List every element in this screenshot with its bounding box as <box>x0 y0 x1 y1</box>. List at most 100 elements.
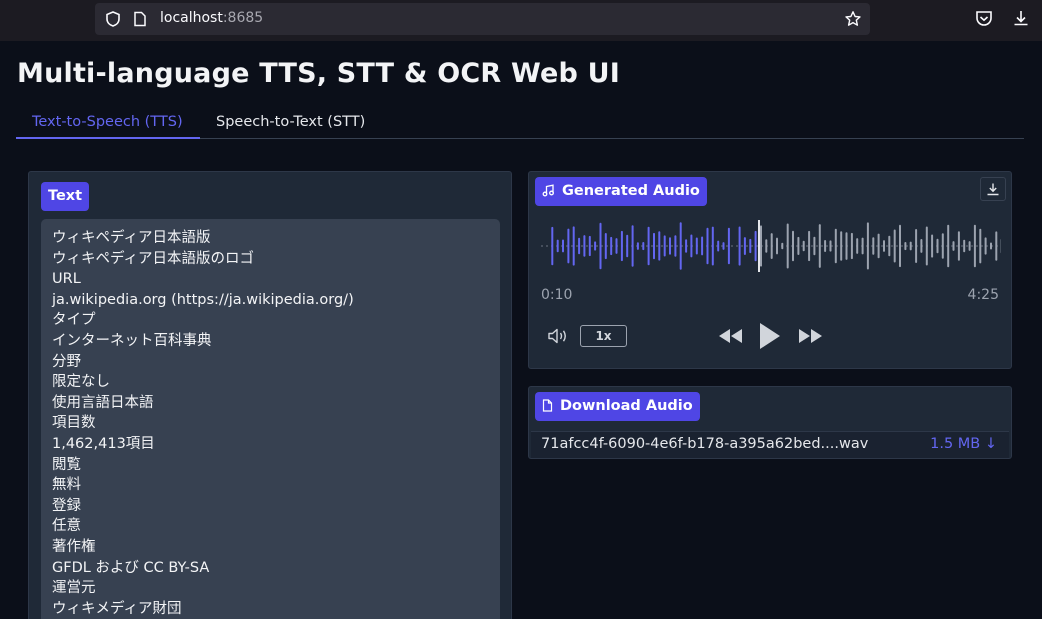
waveform-bar <box>866 222 869 270</box>
waveform-bar <box>824 240 827 252</box>
waveform-bar <box>856 238 859 254</box>
waveform-bar <box>685 239 688 253</box>
waveform-bar <box>760 225 762 267</box>
waveform-bar <box>861 237 864 255</box>
generated-audio-label: Generated Audio <box>535 177 707 206</box>
waveform-bar <box>952 241 955 251</box>
download-icon <box>987 183 999 196</box>
download-audio-button[interactable] <box>980 177 1006 201</box>
rewind-icon[interactable] <box>718 328 744 344</box>
pocket-icon[interactable] <box>975 10 993 27</box>
waveform-bar <box>979 228 982 264</box>
tab-speech-to-text[interactable]: Speech-to-Text (STT) <box>200 106 381 139</box>
waveform-bar <box>626 234 629 258</box>
volume-icon[interactable] <box>547 327 569 345</box>
waveform-bar <box>968 241 971 251</box>
waveform-bar <box>647 226 650 266</box>
text-panel: Text ウィキペディア日本語版 ウィキペディア日本語版のロゴ URL ja.w… <box>28 171 512 619</box>
waveform-bar <box>556 239 559 253</box>
duration: 4:25 <box>967 287 999 303</box>
waveform-bar <box>717 240 720 252</box>
waveform[interactable] <box>541 218 1001 274</box>
shield-icon[interactable] <box>104 10 122 28</box>
waveform-bar <box>995 231 998 261</box>
file-row[interactable]: 71afcc4f-6090-4e6f-b178-a395a62bed....wa… <box>531 431 1009 458</box>
page-icon <box>134 11 146 27</box>
waveform-bar <box>727 227 730 265</box>
waveform-bar <box>738 226 741 266</box>
fast-forward-icon[interactable] <box>797 328 823 344</box>
waveform-bar <box>936 238 939 254</box>
file-name[interactable]: 71afcc4f-6090-4e6f-b178-a395a62bed....wa… <box>541 436 868 452</box>
music-note-icon <box>542 184 554 197</box>
waveform-bar <box>620 230 623 262</box>
waveform-bar <box>984 237 987 255</box>
file-size[interactable]: 1.5 MB ↓ <box>930 436 997 452</box>
waveform-bar <box>813 236 816 256</box>
address-bar[interactable]: localhost:8685 <box>95 3 870 35</box>
waveform-bar <box>711 226 714 266</box>
downloads-icon[interactable] <box>1012 9 1030 27</box>
browser-toolbar: localhost:8685 <box>0 0 1042 41</box>
text-label: Text <box>41 182 90 211</box>
waveform-bar <box>578 237 581 255</box>
waveform-bar <box>604 233 607 260</box>
waveform-bar <box>562 239 564 253</box>
tab-text-to-speech[interactable]: Text-to-Speech (TTS) <box>16 106 200 139</box>
waveform-bar <box>781 242 784 250</box>
waveform-bar <box>663 235 666 257</box>
waveform-bar <box>941 233 944 259</box>
waveform-bar <box>904 242 907 251</box>
waveform-bar <box>749 238 752 254</box>
playhead[interactable] <box>758 220 760 272</box>
waveform-bar <box>722 242 725 250</box>
waveform-bar <box>551 226 554 266</box>
waveform-bar <box>674 235 677 257</box>
waveform-bar <box>963 239 966 253</box>
waveform-bar <box>743 237 746 255</box>
url-text[interactable]: localhost:8685 <box>160 10 263 26</box>
waveform-bar <box>636 242 639 250</box>
file-icon <box>542 399 553 412</box>
waveform-bar <box>615 238 618 254</box>
waveform-bar <box>888 235 891 257</box>
waveform-bar <box>792 230 794 262</box>
text-input[interactable]: ウィキペディア日本語版 ウィキペディア日本語版のロゴ URL ja.wikipe… <box>41 219 500 619</box>
page-title: Multi-language TTS, STT & OCR Web UI <box>17 58 621 89</box>
waveform-bar <box>802 240 805 252</box>
waveform-bar <box>610 236 613 256</box>
waveform-bar <box>915 229 918 263</box>
waveform-bar <box>834 228 837 264</box>
waveform-bar <box>599 222 602 270</box>
waveform-bar <box>883 240 885 252</box>
waveform-bar <box>808 230 811 262</box>
current-time: 0:10 <box>541 287 573 303</box>
waveform-bar <box>695 237 698 255</box>
waveform-bar <box>642 242 645 251</box>
waveform-bar <box>669 237 671 255</box>
play-icon[interactable] <box>758 321 782 351</box>
waveform-bar <box>594 241 597 251</box>
waveform-bar <box>786 223 789 269</box>
waveform-bar <box>653 232 655 260</box>
waveform-bar <box>850 232 853 260</box>
waveform-bar <box>925 226 928 266</box>
waveform-bar <box>701 236 704 256</box>
waveform-bar <box>706 227 709 265</box>
playback-rate-button[interactable]: 1x <box>580 325 627 347</box>
waveform-bar <box>797 236 800 255</box>
bookmark-star-icon[interactable] <box>844 10 862 28</box>
download-panel: Download Audio 71afcc4f-6090-4e6f-b178-a… <box>528 386 1012 459</box>
waveform-bar <box>770 233 773 259</box>
waveform-bar <box>690 234 693 258</box>
waveform-bar <box>679 222 682 270</box>
waveform-bar <box>765 239 768 253</box>
waveform-bar <box>877 233 880 259</box>
waveform-bar <box>845 232 848 260</box>
waveform-bar <box>658 231 661 261</box>
tab-bar: Text-to-Speech (TTS) Speech-to-Text (STT… <box>16 106 1024 139</box>
waveform-bar <box>776 237 778 255</box>
waveform-bar <box>920 239 923 253</box>
waveform-bar <box>973 224 976 268</box>
waveform-bar <box>893 229 896 263</box>
